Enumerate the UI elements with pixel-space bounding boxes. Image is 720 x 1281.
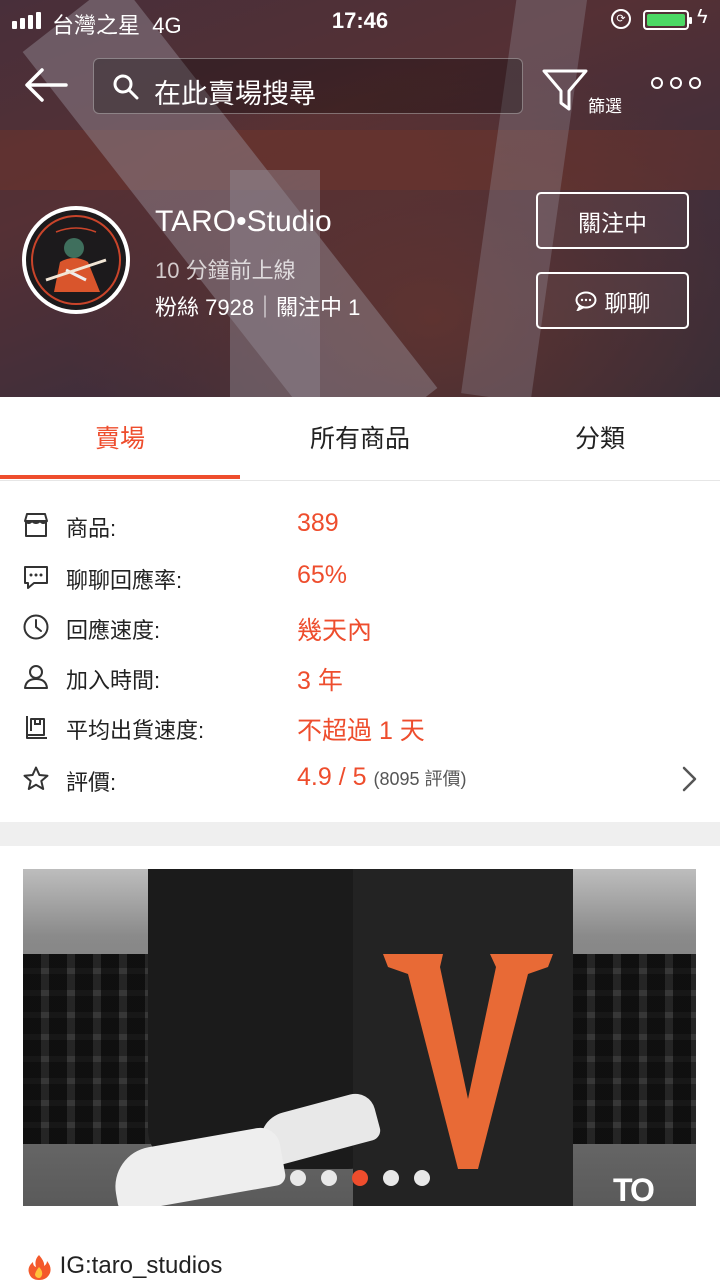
chat-button[interactable]: 聊聊 bbox=[536, 272, 689, 329]
v-logo-graphic bbox=[383, 954, 553, 1169]
tab-shop[interactable]: 賣場 bbox=[0, 397, 240, 481]
back-arrow-icon[interactable] bbox=[22, 65, 70, 105]
top-bar: 在此賣場搜尋 篩選 bbox=[0, 55, 720, 117]
follower-stats: 粉絲 7928｜關注中 1 bbox=[155, 295, 361, 320]
following-button[interactable]: 關注中 bbox=[536, 192, 689, 249]
carousel-dot[interactable] bbox=[320, 1170, 337, 1186]
info-row-response-speed: 回應速度: 幾天內 bbox=[0, 601, 720, 651]
search-input[interactable]: 在此賣場搜尋 bbox=[93, 58, 523, 114]
shop-logo-icon bbox=[31, 215, 121, 305]
info-row-joined: 加入時間: 3 年 bbox=[0, 651, 720, 701]
search-placeholder: 在此賣場搜尋 bbox=[154, 79, 316, 109]
rating-value: 4.9 / 5 (8095 評價) bbox=[297, 763, 467, 791]
info-row-shipping: 平均出貨速度: 不超過 1 天 bbox=[0, 701, 720, 751]
info-label: 聊聊回應率: bbox=[66, 568, 183, 593]
chat-button-label: 聊聊 bbox=[604, 289, 651, 316]
star-icon bbox=[23, 766, 49, 790]
info-row-products: 商品: 389 bbox=[0, 499, 720, 549]
info-row-chat-rate: 聊聊回應率: 65% bbox=[0, 551, 720, 601]
info-label: 平均出貨速度: bbox=[66, 718, 205, 743]
chat-icon bbox=[24, 566, 48, 589]
status-bar: 台灣之星 4G 17:46 ⟳ ϟ bbox=[0, 0, 720, 40]
tab-indicator bbox=[0, 475, 240, 479]
charging-icon: ϟ bbox=[697, 6, 708, 28]
shop-description: IG:taro_studios bbox=[25, 1252, 222, 1281]
clock-icon bbox=[23, 614, 49, 640]
filter-label[interactable]: 篩選 bbox=[588, 92, 622, 117]
last-online-status: 10 分鐘前上線 bbox=[155, 258, 296, 283]
tab-categories[interactable]: 分類 bbox=[480, 397, 720, 481]
info-value: 3 年 bbox=[297, 667, 343, 695]
info-label: 回應速度: bbox=[66, 618, 161, 643]
info-row-rating[interactable]: 評價: 4.9 / 5 (8095 評價) bbox=[0, 753, 720, 803]
rotation-lock-icon: ⟳ bbox=[611, 9, 631, 29]
carousel-dot[interactable] bbox=[413, 1170, 430, 1186]
carousel-dot[interactable] bbox=[289, 1170, 306, 1186]
info-value: 389 bbox=[297, 509, 339, 537]
carousel-dot[interactable] bbox=[382, 1170, 399, 1186]
chat-bubble-icon bbox=[575, 291, 596, 311]
info-value: 不超過 1 天 bbox=[297, 717, 425, 745]
tab-all-products[interactable]: 所有商品 bbox=[240, 397, 480, 481]
info-label: 加入時間: bbox=[66, 668, 161, 693]
banner-carousel[interactable]: TO bbox=[23, 869, 696, 1206]
following-button-label: 關注中 bbox=[578, 209, 647, 236]
fire-icon bbox=[28, 1254, 51, 1280]
search-icon bbox=[113, 74, 139, 100]
shop-tabs: 賣場 所有商品 分類 bbox=[0, 397, 720, 481]
info-label: 評價: bbox=[66, 770, 117, 795]
info-label: 商品: bbox=[66, 516, 117, 541]
section-divider bbox=[0, 822, 720, 846]
chevron-right-icon[interactable] bbox=[676, 765, 702, 793]
carousel-dot-active[interactable] bbox=[351, 1170, 368, 1186]
shipping-icon bbox=[26, 716, 47, 739]
description-text: IG:taro_studios bbox=[59, 1252, 223, 1279]
user-icon bbox=[24, 665, 48, 689]
shop-icon bbox=[24, 513, 48, 537]
battery-icon bbox=[643, 10, 692, 30]
shop-avatar[interactable] bbox=[22, 206, 130, 314]
filter-icon[interactable] bbox=[541, 67, 589, 113]
info-value: 65% bbox=[297, 561, 348, 589]
shop-name: TARO•Studio bbox=[155, 205, 332, 238]
more-options-icon[interactable] bbox=[651, 77, 701, 89]
carousel-dots[interactable] bbox=[23, 1170, 696, 1186]
info-value: 幾天內 bbox=[297, 617, 373, 645]
